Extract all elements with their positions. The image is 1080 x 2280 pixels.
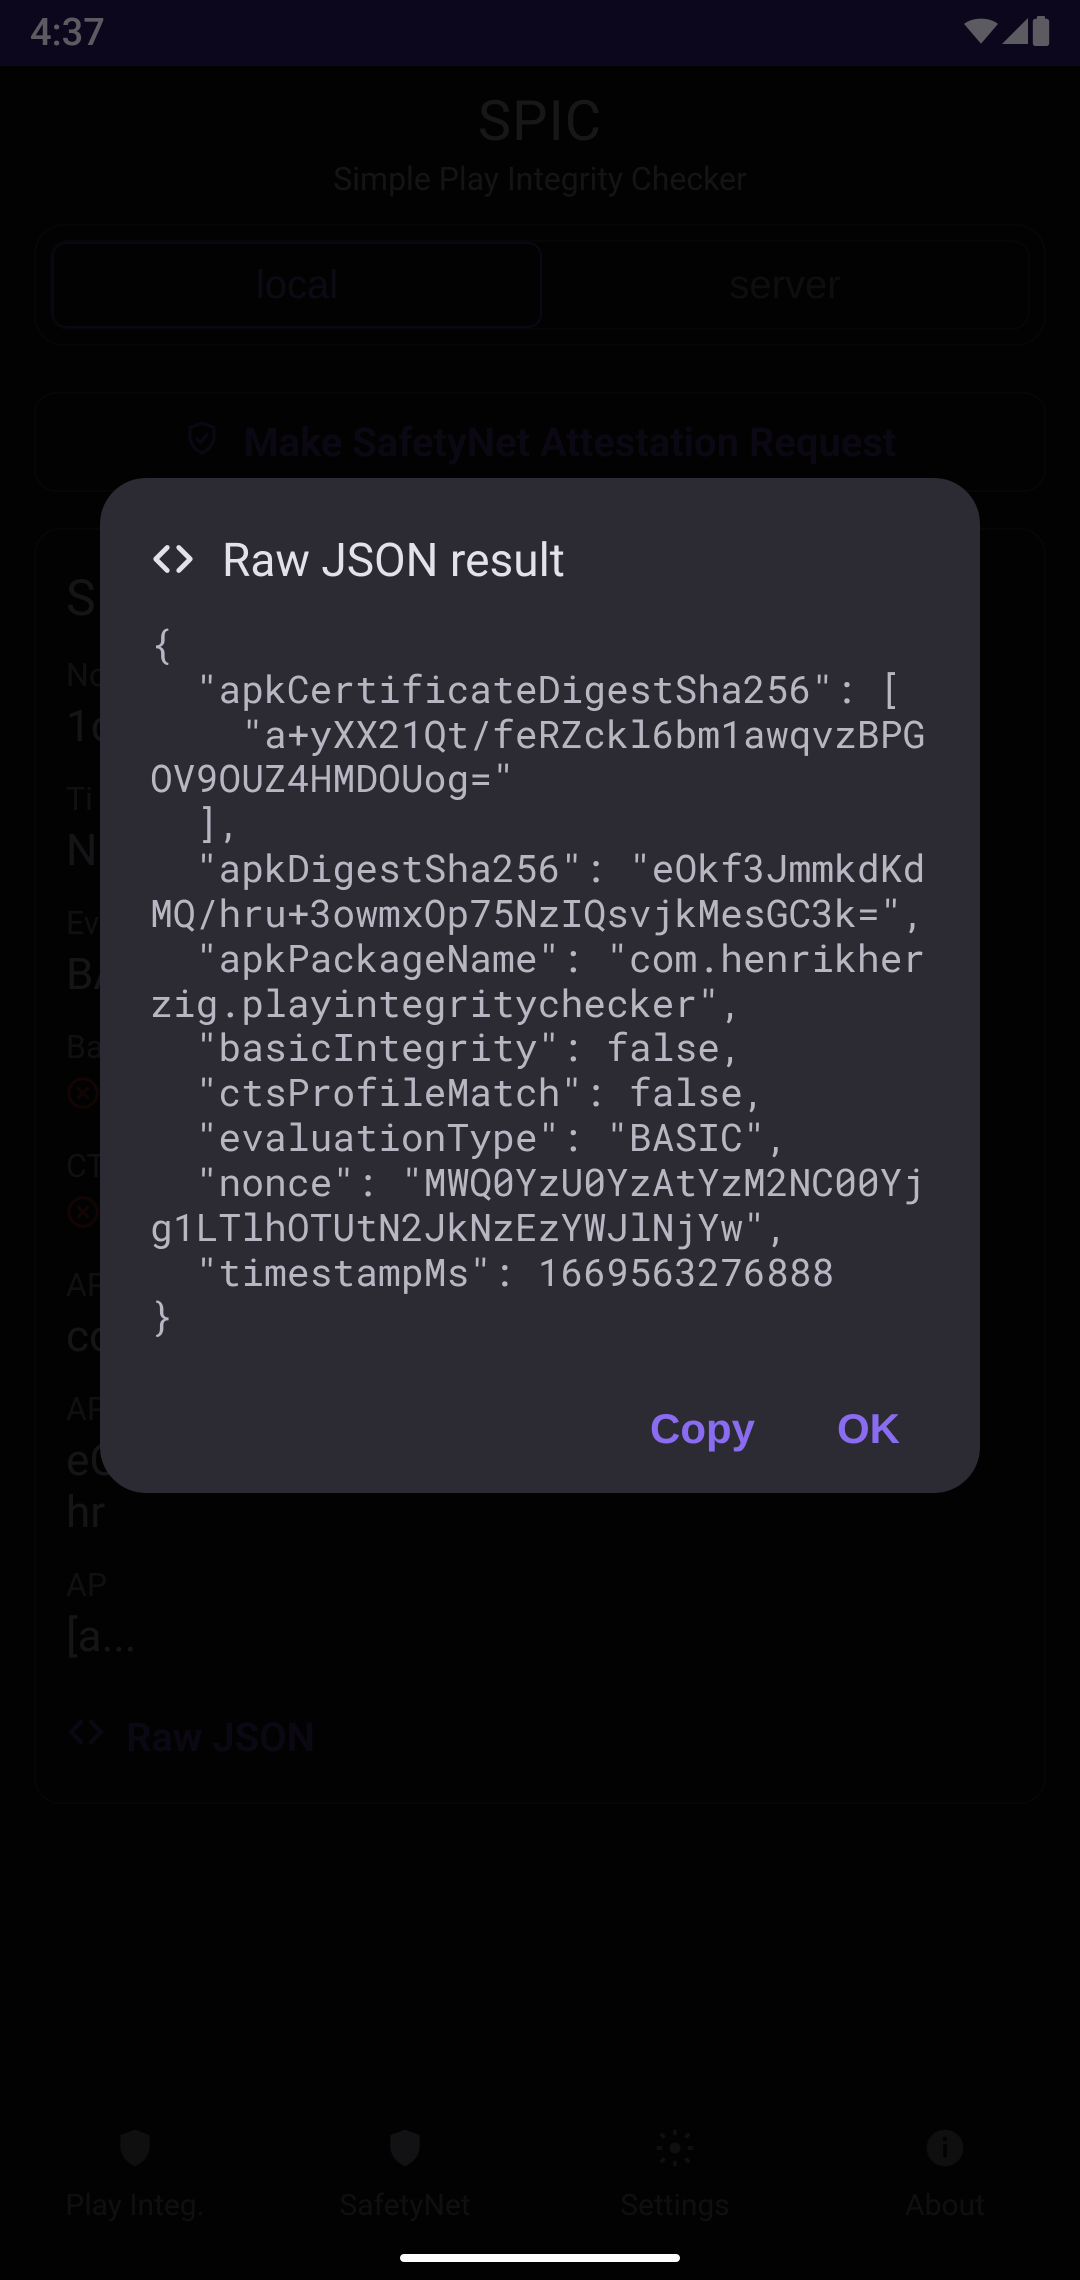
ok-button[interactable]: OK [837,1405,900,1453]
copy-button[interactable]: Copy [650,1405,755,1453]
dialog-actions: Copy OK [150,1405,930,1453]
gesture-bar [400,2254,680,2262]
dialog-title: Raw JSON result [222,534,565,588]
raw-json-dialog: Raw JSON result { "apkCertificateDigestS… [100,478,980,1493]
code-icon [150,536,196,586]
json-content: { "apkCertificateDigestSha256": [ "a+yXX… [150,622,930,1339]
